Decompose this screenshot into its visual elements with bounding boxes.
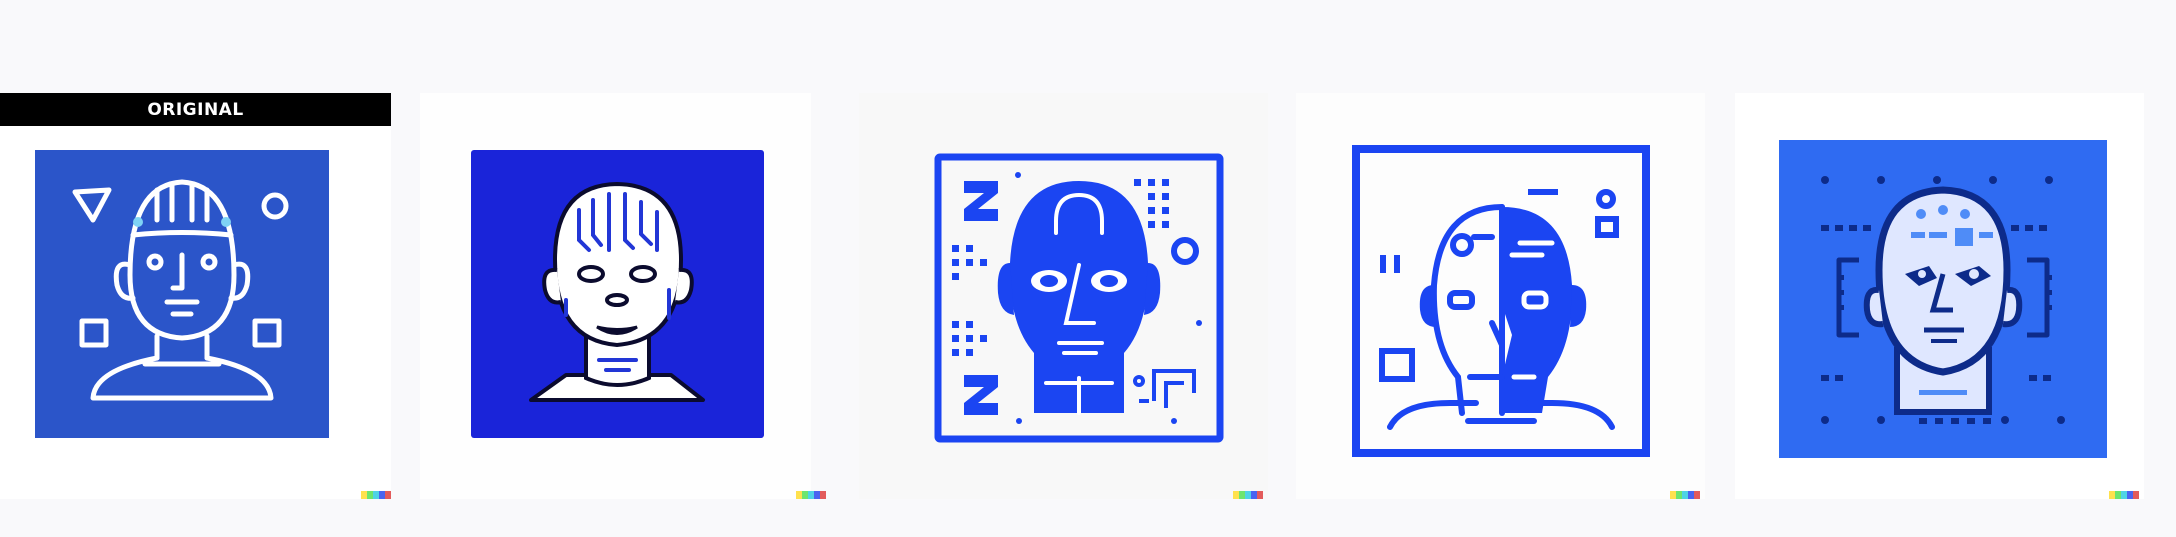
ai-signature-icon — [1233, 491, 1263, 499]
robot-head-circuit-icon — [35, 150, 329, 438]
gallery-image-variation-4[interactable] — [1735, 93, 2144, 499]
gallery-image-variation-1[interactable] — [420, 93, 826, 499]
gallery-image-original[interactable] — [0, 93, 391, 499]
gallery-image-variation-2[interactable] — [859, 93, 1268, 499]
cyborg-half-face-icon — [1352, 145, 1650, 457]
ai-signature-icon — [2109, 491, 2139, 499]
ai-signature-icon — [361, 491, 391, 499]
ai-signature-icon — [1670, 491, 1700, 499]
robot-head-framed-icon — [934, 153, 1224, 443]
robot-head-circuit-icon — [471, 150, 764, 438]
robot-head-dotted-icon — [1779, 140, 2107, 458]
original-label: ORIGINAL — [0, 93, 391, 126]
ai-signature-icon — [796, 491, 826, 499]
gallery-image-variation-3[interactable] — [1296, 93, 1705, 499]
